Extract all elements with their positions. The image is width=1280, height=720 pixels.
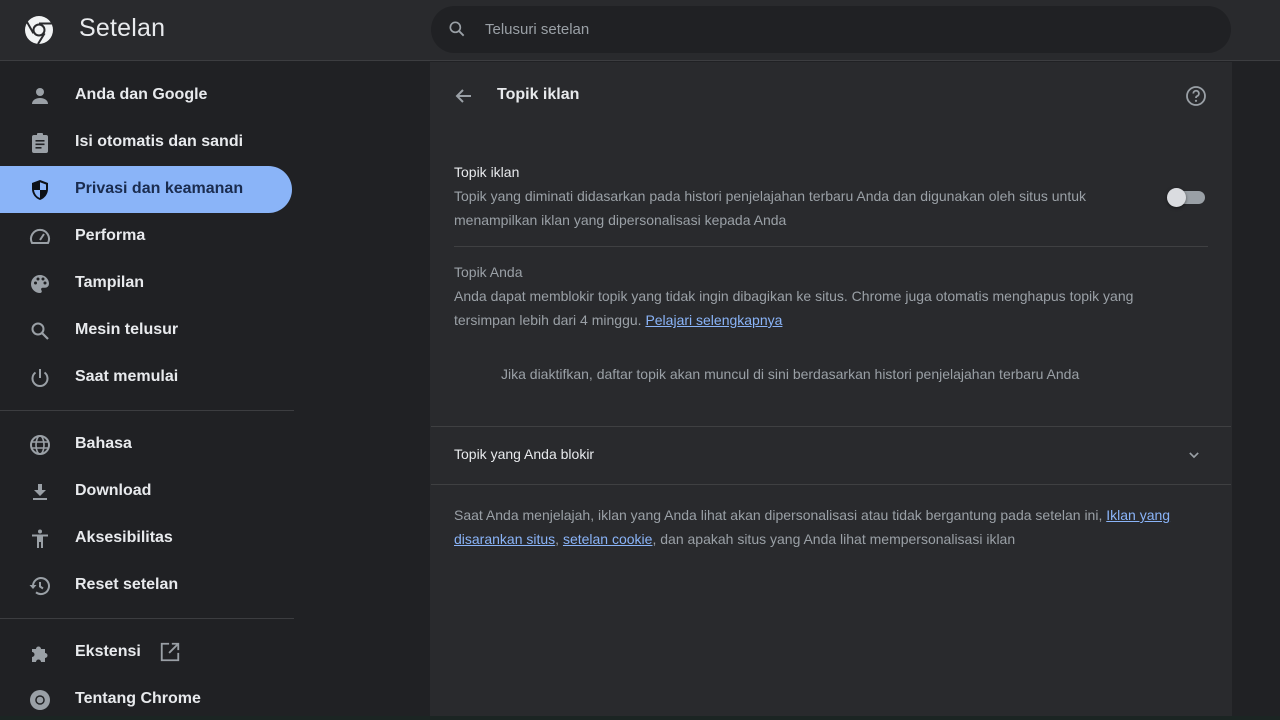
sidebar-item-label: Aksesibilitas bbox=[75, 529, 173, 546]
speedometer-icon bbox=[30, 228, 50, 244]
sidebar-item-reset[interactable]: Reset setelan bbox=[0, 562, 292, 609]
sidebar-divider bbox=[0, 618, 294, 619]
sidebar-item-label: Saat memulai bbox=[75, 368, 179, 385]
chrome-logo-icon bbox=[25, 16, 53, 45]
blocked-topics-label: Topik yang Anda blokir bbox=[454, 446, 595, 462]
settings-card bbox=[431, 66, 1231, 720]
divider bbox=[454, 246, 1208, 247]
page-title: Topik iklan bbox=[497, 86, 580, 103]
search-box[interactable] bbox=[431, 6, 1231, 53]
toggle-knob bbox=[1167, 188, 1186, 207]
sidebar-item-autofill[interactable]: Isi otomatis dan sandi bbox=[0, 119, 292, 166]
search-icon bbox=[449, 21, 465, 37]
search-input[interactable] bbox=[485, 6, 1205, 53]
sidebar-item-downloads[interactable]: Download bbox=[0, 468, 292, 515]
your-topics-description: Anda dapat memblokir topik yang tidak in… bbox=[454, 284, 1194, 332]
download-icon bbox=[33, 484, 47, 500]
sidebar-item-label: Download bbox=[75, 482, 152, 499]
chevron-down-icon bbox=[1189, 452, 1199, 459]
sidebar-item-on-startup[interactable]: Saat memulai bbox=[0, 354, 292, 401]
sidebar-item-label: Anda dan Google bbox=[75, 86, 208, 103]
sidebar-item-label: Reset setelan bbox=[75, 576, 179, 593]
sidebar-item-extensions[interactable]: Ekstensi bbox=[0, 629, 292, 676]
power-icon bbox=[31, 369, 49, 387]
sidebar-item-privacy[interactable]: Privasi dan keamanan bbox=[0, 166, 292, 213]
divider bbox=[431, 484, 1231, 485]
puzzle-icon bbox=[32, 646, 48, 662]
sidebar-item-label: Ekstensi bbox=[75, 643, 141, 660]
footer-note: Saat Anda menjelajah, iklan yang Anda li… bbox=[454, 503, 1194, 551]
sidebar-item-search-engine[interactable]: Mesin telusur bbox=[0, 307, 292, 354]
sidebar-nav: Anda dan Google Isi otomatis dan sandi P… bbox=[0, 62, 300, 720]
person-icon bbox=[32, 88, 48, 104]
sidebar-item-label: Isi otomatis dan sandi bbox=[75, 133, 244, 150]
topics-empty-message: Jika diaktifkan, daftar topik akan muncu… bbox=[501, 366, 1080, 382]
clipboard-icon bbox=[32, 133, 48, 153]
footer-separator: , bbox=[555, 531, 563, 547]
sidebar-item-languages[interactable]: Bahasa bbox=[0, 421, 292, 468]
help-icon[interactable] bbox=[1184, 84, 1208, 108]
top-bar: Setelan bbox=[0, 0, 1280, 61]
open-in-new-icon bbox=[160, 642, 180, 662]
palette-icon bbox=[31, 275, 49, 293]
ad-topics-title: Topik iklan bbox=[454, 164, 520, 180]
sidebar-item-about-chrome[interactable]: Tentang Chrome bbox=[0, 676, 292, 720]
sidebar-divider bbox=[0, 410, 294, 411]
blocked-topics-row[interactable]: Topik yang Anda blokir bbox=[431, 427, 1231, 484]
history-icon bbox=[29, 577, 50, 596]
footer-text: , dan apakah situs yang Anda lihat mempe… bbox=[652, 531, 1016, 547]
your-topics-description-text: Anda dapat memblokir topik yang tidak in… bbox=[454, 288, 1134, 328]
search-icon bbox=[31, 322, 49, 340]
sidebar-item-you-and-google[interactable]: Anda dan Google bbox=[0, 72, 292, 119]
sidebar-item-label: Privasi dan keamanan bbox=[75, 180, 244, 197]
footer-text: Saat Anda menjelajah, iklan yang Anda li… bbox=[454, 507, 1107, 523]
shield-icon bbox=[32, 180, 48, 200]
right-gutter bbox=[1232, 62, 1280, 720]
bottom-edge bbox=[0, 716, 1280, 720]
app-title: Setelan bbox=[79, 14, 166, 42]
sidebar-item-label: Mesin telusur bbox=[75, 321, 179, 338]
sidebar-item-performance[interactable]: Performa bbox=[0, 213, 292, 260]
sidebar-item-label: Tampilan bbox=[75, 274, 145, 291]
sidebar-item-accessibility[interactable]: Aksesibilitas bbox=[0, 515, 292, 562]
cookie-settings-link[interactable]: setelan cookie bbox=[563, 531, 653, 547]
accessibility-icon bbox=[32, 529, 48, 548]
chrome-icon bbox=[30, 690, 50, 710]
sidebar-item-appearance[interactable]: Tampilan bbox=[0, 260, 292, 307]
learn-more-link[interactable]: Pelajari selengkapnya bbox=[645, 312, 782, 328]
your-topics-title: Topik Anda bbox=[454, 264, 523, 280]
sidebar-item-label: Bahasa bbox=[75, 435, 132, 452]
ad-topics-toggle[interactable] bbox=[1167, 188, 1205, 207]
ad-topics-description: Topik yang diminati didasarkan pada hist… bbox=[454, 188, 1086, 228]
globe-icon bbox=[30, 435, 50, 455]
sidebar-item-label: Tentang Chrome bbox=[75, 690, 201, 707]
sidebar-item-label: Performa bbox=[75, 227, 146, 244]
back-arrow-icon[interactable] bbox=[452, 84, 476, 108]
